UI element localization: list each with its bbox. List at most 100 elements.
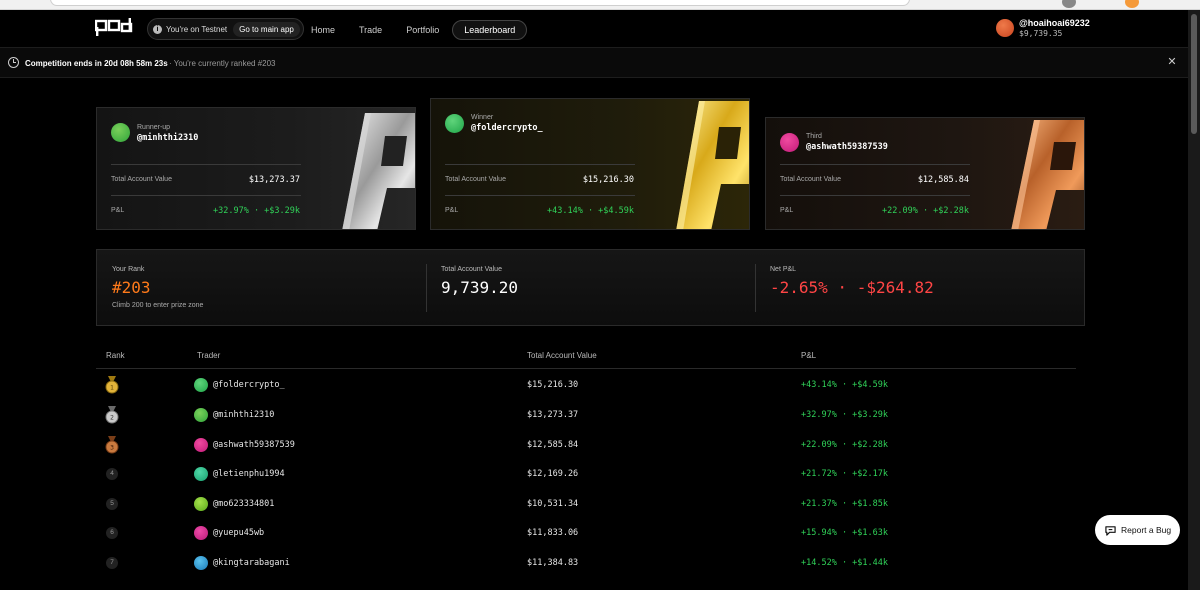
profile-icon[interactable] [1062,0,1076,8]
column-header-pnl: P&L [801,351,817,360]
avatar [194,556,208,570]
pnl-value: +14.52% · +$1.44k [801,558,888,568]
tav-value: $15,216.30 [582,175,634,185]
podium-place: Runner-up [137,124,171,131]
close-icon[interactable]: ✕ [1167,56,1177,68]
table-row[interactable]: 3 @ashwath59387539 $12,585.84 +22.09% · … [96,431,1076,460]
scrollbar[interactable] [1188,10,1200,590]
avatar [780,133,799,152]
avatar [194,408,208,422]
pnl-value: +15.94% · +$1.63k [801,528,888,538]
bronze-trophy-icon [1011,120,1084,229]
trader-handle[interactable]: @kingtarabagani [213,558,290,568]
avatar [111,123,130,142]
podium-place: Winner [471,114,494,121]
nav-trade[interactable]: Trade [348,21,393,39]
divider [755,264,756,312]
pnl-value: +32.97% · +$3.29k [801,410,888,420]
divider [780,164,970,165]
tav-value: $13,273.37 [527,410,579,420]
go-to-main-app-button[interactable]: Go to main app [233,21,300,37]
pnl-value: +21.72% · +$2.17k [801,469,888,479]
nav-portfolio[interactable]: Portfolio [395,21,450,39]
table-row[interactable]: 7 @kingtarabagani $11,384.83 +14.52% · +… [96,549,1076,578]
rank-number: 5 [106,498,118,510]
competition-countdown: Competition ends in 20d 08h 58m 23s [25,59,168,68]
podium-card-runner-up[interactable]: Runner-up @minhthi2310 Total Account Val… [96,107,416,230]
divider [780,195,970,196]
rank-label: Your Rank [112,266,145,273]
browser-toolbar [0,0,1200,10]
svg-text:2: 2 [110,415,114,422]
avatar [194,378,208,392]
trader-handle[interactable]: @mo623334801 [213,499,274,509]
current-rank-text: · You're currently ranked #203 [169,59,276,68]
info-icon: i [153,24,162,34]
avatar [445,114,464,133]
divider [445,195,635,196]
table-row[interactable]: 2 @minhthi2310 $13,273.37 +32.97% · +$3.… [96,401,1076,430]
avatar [194,467,208,481]
divider [445,164,635,165]
leaderboard-table-header: Rank Trader Total Account Value P&L [96,345,1076,369]
podium-card-third[interactable]: Third @ashwath59387539 Total Account Val… [765,117,1085,230]
podium-handle: @foldercrypto_ [471,123,543,133]
divider [426,264,427,312]
trader-handle[interactable]: @letienphu1994 [213,469,285,479]
nav-leaderboard[interactable]: Leaderboard [452,20,528,40]
trader-handle[interactable]: @minhthi2310 [213,410,274,420]
column-header-rank: Rank [106,351,125,360]
nav-home[interactable]: Home [300,21,346,39]
my-pnl-value: -2.65% · -$264.82 [770,278,934,297]
tav-value: $13,273.37 [248,175,300,185]
tav-value: $15,216.30 [527,380,579,390]
top-navigation: i You're on Testnet Go to main app Home … [0,10,1188,48]
trader-handle[interactable]: @foldercrypto_ [213,380,285,390]
account-menu[interactable]: @hoaihoai69232 $9,739.35 [996,18,1090,38]
competition-banner: Competition ends in 20d 08h 58m 23s · Yo… [0,48,1188,78]
rank-number: 7 [106,557,118,569]
gold-medal-icon: 1 [105,376,119,394]
extension-icon[interactable] [1125,0,1139,8]
table-row[interactable]: 6 @yuepu45wb $11,833.06 +15.94% · +$1.63… [96,519,1076,548]
clock-icon [8,57,19,68]
report-bug-label: Report a Bug [1121,525,1172,535]
divider [111,195,301,196]
account-username: @hoaihoai69232 [1019,18,1090,28]
avatar [194,497,208,511]
tav-label: Total Account Value [445,176,506,183]
scrollbar-thumb[interactable] [1191,14,1197,134]
podium-card-winner[interactable]: Winner @foldercrypto_ Total Account Valu… [430,98,750,230]
tav-value: $12,585.84 [917,175,969,185]
pnl-value: +43.14% · +$4.59k [801,380,888,390]
tav-label: Total Account Value [441,266,502,273]
rank-number: 6 [106,527,118,539]
trader-handle[interactable]: @ashwath59387539 [213,440,295,450]
silver-trophy-icon [342,113,415,229]
testnet-label: You're on Testnet [166,24,228,34]
table-row[interactable]: 5 @mo623334801 $10,531.34 +21.37% · +$1.… [96,490,1076,519]
pnl-label: P&L [111,207,125,214]
tav-value: $10,531.34 [527,499,579,509]
pnl-value: +32.97% · +$3.29k [213,206,300,216]
svg-text:1: 1 [110,385,114,392]
pnl-label: P&L [780,207,794,214]
tav-label: Total Account Value [780,176,841,183]
nav-links: Home Trade Portfolio Leaderboard [300,20,529,40]
my-stats-panel: Your Rank #203 Climb 200 to enter prize … [96,249,1085,326]
gold-trophy-icon [676,101,749,229]
testnet-indicator: i You're on Testnet Go to main app [147,18,304,40]
pnl-value: +22.09% · +$2.28k [882,206,969,216]
pnl-value: +22.09% · +$2.28k [801,440,888,450]
table-row[interactable]: 4 @letienphu1994 $12,169.26 +21.72% · +$… [96,460,1076,489]
report-bug-button[interactable]: Report a Bug [1095,515,1180,545]
address-bar[interactable] [50,0,910,6]
my-rank-value: #203 [112,278,151,297]
trader-handle[interactable]: @yuepu45wb [213,528,264,538]
tav-value: $11,833.06 [527,528,579,538]
svg-text:3: 3 [110,445,114,452]
podium-handle: @ashwath59387539 [806,142,888,152]
avatar [194,438,208,452]
pod-logo-icon[interactable] [95,18,133,38]
table-row[interactable]: 1 @foldercrypto_ $15,216.30 +43.14% · +$… [96,371,1076,400]
